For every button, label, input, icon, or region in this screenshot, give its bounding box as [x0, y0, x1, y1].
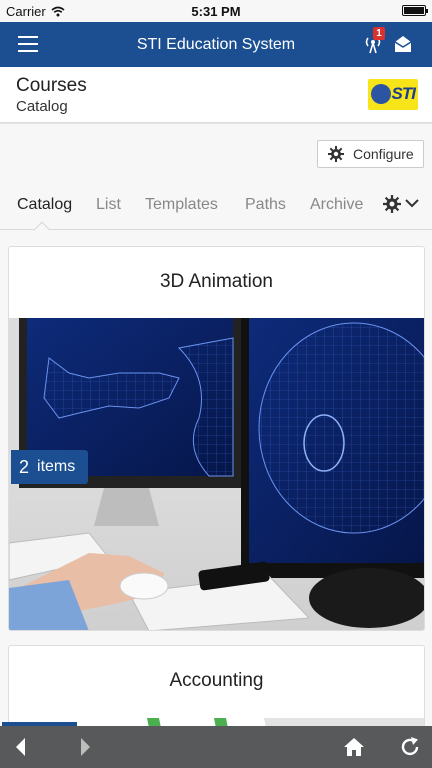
main-content: Configure Catalog List Templates Paths A… [0, 124, 432, 726]
refresh-icon[interactable] [398, 735, 422, 759]
course-card[interactable]: 3D Animation 2 items [8, 246, 425, 631]
tab-paths[interactable]: Paths [245, 196, 286, 214]
item-count-label: items [37, 458, 76, 475]
sti-logo: STI [368, 79, 418, 110]
home-icon[interactable] [342, 735, 366, 759]
back-arrow-icon[interactable] [10, 735, 34, 759]
item-count: 2 [19, 456, 30, 477]
course-card[interactable]: Accounting [8, 645, 425, 726]
page-subtitle: Catalog [16, 98, 68, 115]
gear-icon [328, 146, 344, 162]
status-time: 5:31 PM [191, 4, 241, 19]
configure-label: Configure [353, 146, 414, 162]
envelope-icon[interactable] [393, 34, 413, 54]
tab-archive[interactable]: Archive [310, 196, 363, 214]
course-title: Accounting [169, 670, 264, 691]
page-header: Courses Catalog STI [0, 67, 432, 123]
item-count-badge: 2 items [11, 450, 88, 484]
globe-icon [371, 84, 391, 104]
tab-list[interactable]: List [96, 196, 121, 214]
tab-templates[interactable]: Templates [145, 196, 218, 214]
app-navbar: STI Education System 1 [0, 22, 432, 67]
page-title: Courses [16, 75, 87, 96]
chevron-down-icon[interactable] [405, 198, 419, 208]
logo-text: STI [391, 84, 416, 103]
bottom-toolbar [0, 726, 432, 768]
status-bar: Carrier 5:31 PM [0, 0, 432, 22]
configure-button[interactable]: Configure [317, 140, 424, 168]
view-tabs: Catalog List Templates Paths Archive [0, 184, 432, 230]
tab-catalog[interactable]: Catalog [17, 196, 72, 214]
notification-badge: 1 [373, 27, 385, 40]
battery-icon [402, 5, 428, 16]
course-title: 3D Animation [159, 271, 273, 292]
forward-arrow-icon[interactable] [72, 735, 96, 759]
gear-icon[interactable] [383, 195, 401, 213]
